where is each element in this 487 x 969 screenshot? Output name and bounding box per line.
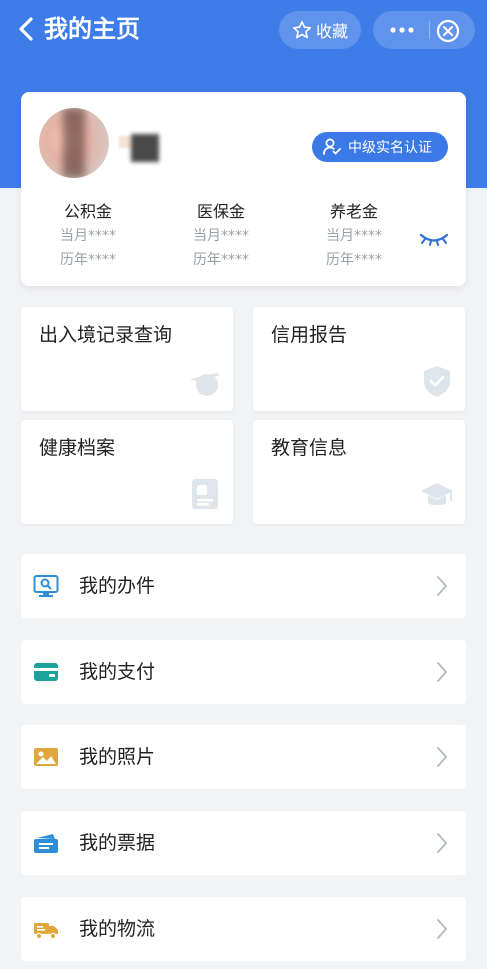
chevron-right-icon bbox=[437, 576, 447, 596]
chevron-right-icon bbox=[437, 919, 447, 939]
close-miniapp-icon[interactable] bbox=[435, 18, 461, 44]
service-title: 出入境记录查询 bbox=[39, 324, 173, 346]
list-item-my-receipts[interactable]: 我的票据 bbox=[21, 811, 466, 875]
list-label: 我的票据 bbox=[79, 832, 156, 854]
fund-month: 当月**** bbox=[193, 228, 249, 244]
profile-card: 中级实名认证 公积金 当月**** 历年**** 医保金 当月**** 历年**… bbox=[21, 92, 466, 286]
list-item-my-cases[interactable]: 我的办件 bbox=[21, 554, 466, 618]
service-card-credit-report[interactable]: 信用报告 bbox=[253, 307, 465, 411]
fund-month: 当月**** bbox=[326, 228, 382, 244]
list-label: 我的支付 bbox=[79, 661, 156, 683]
service-title: 教育信息 bbox=[271, 437, 348, 459]
photo-icon bbox=[34, 748, 58, 766]
avatar-blur bbox=[63, 108, 85, 178]
monitor-search-icon bbox=[33, 575, 59, 597]
chevron-right-icon bbox=[437, 747, 447, 767]
shield-check-icon bbox=[424, 366, 450, 397]
chevron-right-icon bbox=[437, 662, 447, 682]
username-redacted bbox=[119, 136, 131, 148]
fund-medical[interactable]: 医保金 当月**** 历年**** bbox=[176, 200, 266, 272]
verification-badge[interactable]: 中级实名认证 bbox=[312, 132, 448, 162]
hidden-eye-icon[interactable] bbox=[419, 232, 449, 246]
fund-housing[interactable]: 公积金 当月**** 历年**** bbox=[43, 200, 133, 272]
list-item-my-payments[interactable]: 我的支付 bbox=[21, 640, 466, 704]
graduation-cap-icon bbox=[421, 483, 453, 506]
service-title: 健康档案 bbox=[39, 437, 116, 459]
service-title: 信用报告 bbox=[271, 324, 348, 346]
list-item-my-logistics[interactable]: 我的物流 bbox=[21, 897, 466, 961]
list-item-my-photos[interactable]: 我的照片 bbox=[21, 725, 466, 789]
avatar[interactable] bbox=[39, 108, 109, 178]
receipt-icon bbox=[34, 834, 58, 853]
username-redacted-block bbox=[131, 134, 159, 162]
health-record-icon bbox=[192, 479, 218, 509]
favorite-label: 收藏 bbox=[315, 22, 348, 41]
list-label: 我的照片 bbox=[79, 746, 156, 768]
fund-pension[interactable]: 养老金 当月**** 历年**** bbox=[309, 200, 399, 272]
service-card-health-record[interactable]: 健康档案 bbox=[21, 420, 233, 524]
truck-icon bbox=[34, 923, 58, 940]
verification-label: 中级实名认证 bbox=[348, 140, 432, 156]
page-title: 我的主页 bbox=[44, 15, 140, 43]
fund-title: 养老金 bbox=[329, 202, 378, 221]
fund-title: 公积金 bbox=[63, 202, 112, 221]
card-icon bbox=[34, 663, 58, 681]
chevron-right-icon bbox=[437, 833, 447, 853]
back-arrow-icon[interactable] bbox=[16, 16, 38, 42]
service-card-education[interactable]: 教育信息 bbox=[253, 420, 465, 524]
airplane-icon bbox=[190, 373, 220, 396]
user-verified-icon bbox=[323, 138, 341, 155]
navigation-bar: 我的主页 收藏 bbox=[0, 0, 487, 60]
capsule-divider bbox=[429, 21, 430, 39]
miniapp-capsule bbox=[373, 11, 475, 49]
fund-month: 当月**** bbox=[60, 228, 116, 244]
service-card-exit-entry[interactable]: 出入境记录查询 bbox=[21, 307, 233, 411]
fund-year: 历年**** bbox=[193, 252, 249, 268]
list-label: 我的办件 bbox=[79, 575, 156, 597]
fund-year: 历年**** bbox=[60, 252, 116, 268]
favorite-button[interactable]: 收藏 bbox=[279, 11, 361, 49]
fund-year: 历年**** bbox=[326, 252, 382, 268]
star-icon bbox=[292, 20, 312, 39]
fund-title: 医保金 bbox=[196, 202, 245, 221]
list-label: 我的物流 bbox=[79, 918, 156, 940]
more-icon[interactable] bbox=[387, 21, 417, 39]
